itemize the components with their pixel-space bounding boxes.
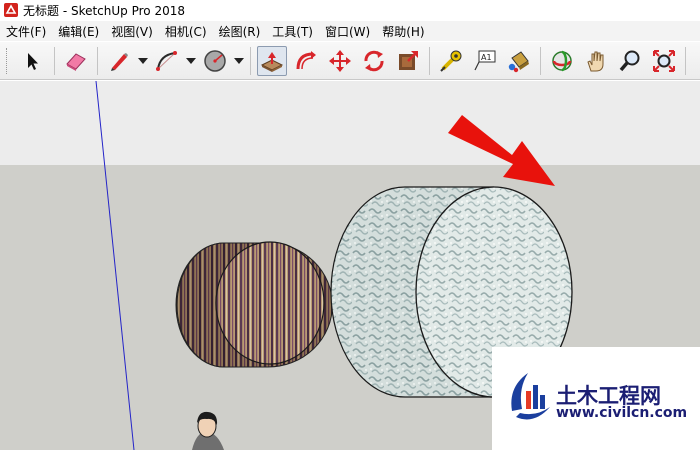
toolbar-separator [429,46,430,75]
rotate-tool-button[interactable] [359,46,389,76]
menu-file[interactable]: 文件(F) [0,23,52,40]
menu-window[interactable]: 窗口(W) [319,23,376,40]
civilcn-logo-icon [511,373,550,420]
pencil-line-icon [111,52,128,71]
menu-tools[interactable]: 工具(T) [266,23,319,40]
toolbar-separator [54,46,55,75]
select-tool-button[interactable] [18,46,48,76]
menu-help[interactable]: 帮助(H) [376,23,430,40]
tape-measure-icon [440,50,462,72]
pan-tool-button[interactable] [581,46,611,76]
small-striped-cylinder[interactable] [175,241,333,368]
eraser-tool-button[interactable] [61,46,91,76]
paint-bucket-tool-button[interactable] [504,46,534,76]
text-label-icon: A1 [474,50,496,70]
move-icon [329,49,351,72]
rotate-icon [364,50,384,71]
text-tool-button[interactable]: A1 [470,46,500,76]
toolbar-separator [250,46,251,75]
menu-bar: 文件(F) 编辑(E) 视图(V) 相机(C) 绘图(R) 工具(T) 窗口(W… [0,21,700,41]
circle-tool-button[interactable] [200,46,230,76]
menu-camera[interactable]: 相机(C) [159,23,213,40]
watermark-panel: 土木工程网 www.civilcn.com [492,347,700,450]
zoom-extents-tool-button[interactable] [649,46,679,76]
text-tool-caption: A1 [481,53,492,62]
model-viewport[interactable]: 土木工程网 www.civilcn.com [0,81,700,450]
chevron-down-icon [234,57,244,64]
push-pull-tool-button[interactable] [257,45,287,76]
menu-edit[interactable]: 编辑(E) [52,23,105,40]
offset-icon [399,50,418,70]
sky [0,81,700,165]
move-tool-button[interactable] [325,46,355,76]
zoom-icon [619,50,640,71]
paint-bucket-icon [508,50,529,72]
toolbar-grip[interactable] [6,47,10,74]
orbit-tool-button[interactable] [547,46,577,76]
title-bar: 无标题 - SketchUp Pro 2018 [0,0,700,20]
toolbar-separator [97,46,98,75]
zoom-extents-icon [653,49,675,72]
toolbar-separator [685,46,686,75]
push-pull-icon [260,51,284,72]
arc-icon [156,50,177,71]
arc-tool-button[interactable] [152,46,182,76]
toolbar-separator [540,46,541,75]
follow-me-icon [296,50,316,69]
zoom-tool-button[interactable] [615,46,645,76]
arc-tool-dropdown[interactable] [184,47,198,75]
line-tool-dropdown[interactable] [136,47,150,75]
sketchup-logo-icon [4,3,18,17]
chevron-down-icon [138,57,148,64]
menu-view[interactable]: 视图(V) [105,23,159,40]
offset-tool-button[interactable] [393,46,423,76]
tape-measure-tool-button[interactable] [436,46,466,76]
orbit-icon [552,50,572,71]
menu-draw[interactable]: 绘图(R) [213,23,267,40]
pan-hand-icon [587,51,604,71]
eraser-icon [66,52,86,71]
window-title: 无标题 - SketchUp Pro 2018 [23,3,185,18]
watermark-url: www.civilcn.com [556,405,688,421]
select-arrow-icon [28,52,38,70]
follow-me-tool-button[interactable] [291,46,321,76]
circle-tool-dropdown[interactable] [232,47,246,75]
circle-icon [204,49,226,72]
chevron-down-icon [186,57,196,64]
main-toolbar: A1 [0,42,700,80]
line-tool-button[interactable] [104,46,134,76]
